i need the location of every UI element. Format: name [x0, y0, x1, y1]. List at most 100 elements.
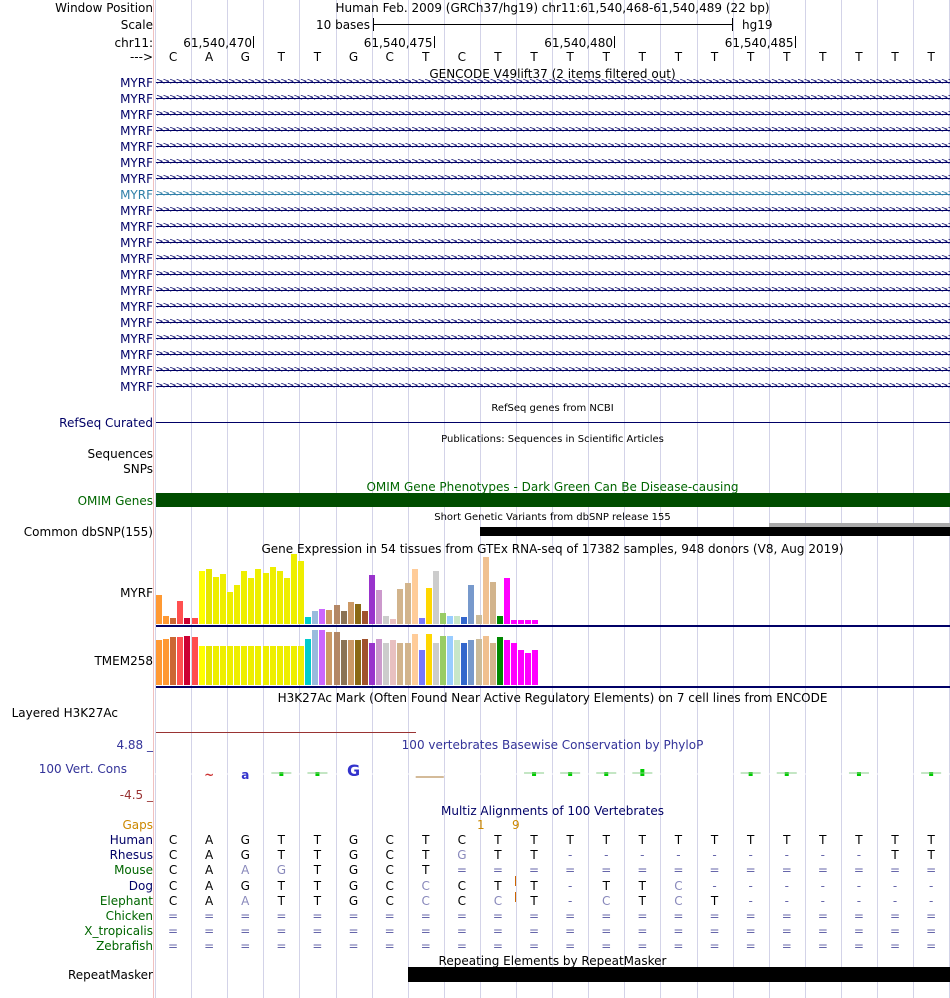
gtex-tissue-bar[interactable]: [227, 592, 233, 624]
gtex-tissue-bar[interactable]: [205, 569, 212, 624]
gtex-tissue-bar[interactable]: [468, 585, 475, 624]
gtex-tissue-bar[interactable]: [269, 567, 276, 624]
gtex-tissue-bar[interactable]: [347, 602, 354, 624]
refseq-gene-line[interactable]: [156, 422, 950, 423]
gtex-tissue-bar[interactable]: [404, 583, 411, 624]
repeatmasker-track-label[interactable]: RepeatMasker: [68, 968, 153, 982]
gtex-tissue-bar[interactable]: [447, 636, 454, 685]
gtex-tissue-bar[interactable]: [347, 640, 354, 685]
gencode-transcript-label[interactable]: MYRF: [120, 252, 153, 266]
gtex-tissue-bar[interactable]: [376, 590, 383, 624]
gtex-tissue-bar[interactable]: [177, 601, 184, 624]
gtex-tissue-bar[interactable]: [198, 646, 205, 685]
gtex-tissue-bar[interactable]: [503, 640, 510, 685]
gtex-tissue-bar[interactable]: [283, 578, 290, 624]
gtex-tissue-bar[interactable]: [305, 617, 312, 624]
gtex-tissue-bar[interactable]: [283, 646, 290, 685]
gtex-tissue-bar[interactable]: [390, 640, 397, 685]
gencode-transcript-label[interactable]: MYRF: [120, 380, 153, 394]
gtex-tissue-bar[interactable]: [212, 646, 219, 685]
gtex-tissue-bar[interactable]: [496, 616, 503, 624]
gtex-tissue-bar[interactable]: [205, 646, 212, 685]
multiz-species-label[interactable]: Elephant: [100, 894, 153, 908]
gtex-tissue-bar[interactable]: [496, 637, 503, 685]
dbsnp-variant-bar-overlap[interactable]: [769, 523, 950, 527]
gtex-tissue-bar[interactable]: [354, 604, 361, 624]
gtex-tissue-bar[interactable]: [248, 578, 255, 624]
multiz-species-label[interactable]: Zebrafish: [96, 939, 153, 953]
gencode-transcript-label[interactable]: MYRF: [120, 220, 153, 234]
gtex-tissue-bar[interactable]: [525, 653, 532, 685]
gtex-tissue-bar[interactable]: [234, 585, 241, 624]
gtex-tissue-bar[interactable]: [425, 634, 432, 685]
gencode-transcript-label[interactable]: MYRF: [120, 140, 153, 154]
gencode-transcript-label[interactable]: MYRF: [120, 172, 153, 186]
gencode-transcript-label[interactable]: MYRF: [120, 124, 153, 138]
repeatmasker-element-bar[interactable]: [408, 967, 950, 982]
multiz-species-label[interactable]: X_tropicalis: [84, 924, 153, 938]
gencode-transcript-label[interactable]: MYRF: [120, 156, 153, 170]
gtex-tissue-bar[interactable]: [340, 611, 347, 624]
refseq-track-label[interactable]: RefSeq Curated: [59, 416, 153, 430]
gtex-tissue-bar[interactable]: [319, 609, 326, 624]
gtex-tissue-bar[interactable]: [482, 636, 489, 685]
gtex-tissue-bar[interactable]: [411, 634, 418, 685]
omim-track-label[interactable]: OMIM Genes: [78, 494, 153, 508]
gtex-tissue-bar[interactable]: [298, 646, 304, 685]
gencode-transcript-label[interactable]: MYRF: [120, 332, 153, 346]
gtex-tissue-bar[interactable]: [163, 616, 170, 624]
gtex-tissue-bar[interactable]: [269, 646, 276, 685]
gtex-tissue-bar[interactable]: [255, 569, 262, 624]
gtex-tissue-bar[interactable]: [383, 616, 390, 624]
gtex-tissue-bar[interactable]: [227, 646, 233, 685]
gencode-transcript-label[interactable]: MYRF: [120, 204, 153, 218]
gtex-tissue-bar[interactable]: [219, 646, 226, 685]
gtex-tissue-bar[interactable]: [404, 643, 411, 685]
gtex-tissue-bar[interactable]: [361, 611, 368, 624]
gencode-transcript-label[interactable]: MYRF: [120, 236, 153, 250]
gtex-tissue-bar[interactable]: [241, 571, 248, 624]
gtex-tissue-bar[interactable]: [432, 571, 439, 624]
gtex-tissue-bar[interactable]: [432, 643, 439, 685]
gtex-gene-label-tmem258[interactable]: TMEM258: [94, 654, 153, 668]
gtex-tissue-bar[interactable]: [241, 646, 248, 685]
gtex-tissue-bar[interactable]: [319, 630, 326, 685]
multiz-species-label[interactable]: Dog: [129, 879, 153, 893]
gencode-transcript-label[interactable]: MYRF: [120, 364, 153, 378]
phylop-conservation-plot[interactable]: ~ a G: [155, 755, 950, 785]
gtex-tissue-bar[interactable]: [333, 632, 340, 685]
gtex-tissue-bar[interactable]: [170, 618, 177, 624]
publications-snps-label[interactable]: SNPs: [123, 462, 153, 476]
gtex-tissue-bar[interactable]: [156, 640, 162, 685]
dbsnp-track-label[interactable]: Common dbSNP(155): [24, 525, 153, 539]
gtex-tissue-bar[interactable]: [475, 615, 482, 624]
gencode-transcript-label[interactable]: MYRF: [120, 316, 153, 330]
gtex-tissue-bar[interactable]: [326, 632, 333, 685]
gencode-transcript-label[interactable]: MYRF: [120, 188, 153, 202]
gtex-tissue-bar[interactable]: [518, 650, 525, 685]
gtex-tissue-bar[interactable]: [290, 554, 297, 624]
gtex-gene-label-myrf[interactable]: MYRF: [120, 586, 153, 600]
gtex-tissue-bar[interactable]: [170, 637, 177, 685]
gtex-tissue-bar[interactable]: [440, 636, 446, 685]
gtex-tissue-bar[interactable]: [468, 640, 475, 685]
conservation-track-label[interactable]: 100 Vert. Cons: [39, 762, 127, 776]
gtex-tissue-bar[interactable]: [425, 588, 432, 624]
multiz-species-label[interactable]: Mouse: [114, 863, 153, 877]
gtex-tissue-bar[interactable]: [518, 620, 525, 624]
gtex-tissue-bar[interactable]: [290, 646, 297, 685]
gtex-tissue-bar[interactable]: [461, 643, 468, 685]
gtex-tissue-bar[interactable]: [411, 569, 418, 624]
gtex-tissue-bar[interactable]: [219, 574, 226, 624]
multiz-species-label[interactable]: Chicken: [106, 909, 153, 923]
gtex-tissue-bar[interactable]: [390, 619, 397, 624]
gtex-tissue-bar[interactable]: [212, 577, 219, 624]
gencode-transcript-label[interactable]: MYRF: [120, 300, 153, 314]
gtex-tissue-bar[interactable]: [397, 643, 404, 685]
gtex-tissue-bar[interactable]: [184, 636, 191, 685]
gtex-tissue-bar[interactable]: [340, 640, 347, 685]
gencode-transcript-label[interactable]: MYRF: [120, 268, 153, 282]
gtex-tissue-bar[interactable]: [383, 643, 390, 685]
gencode-transcript-label[interactable]: MYRF: [120, 284, 153, 298]
gtex-tissue-bar[interactable]: [354, 640, 361, 685]
